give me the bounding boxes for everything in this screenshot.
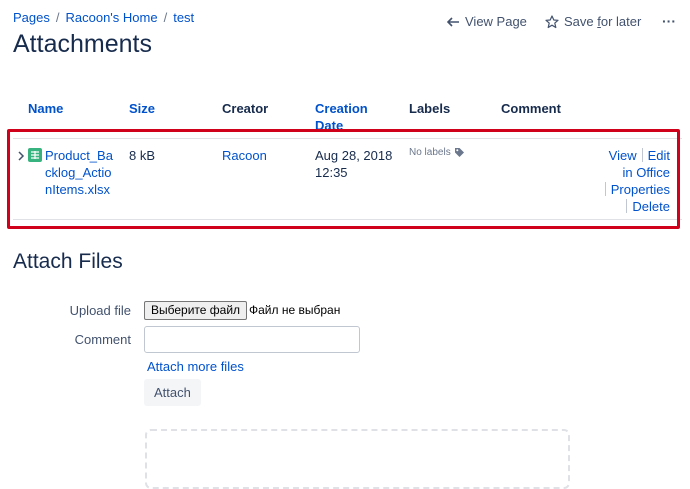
properties-link[interactable]: Properties	[611, 182, 670, 197]
header-labels: Labels	[409, 101, 451, 116]
attachment-creator-link[interactable]: Racoon	[222, 147, 267, 164]
edit-in-office-link[interactable]: Edit	[648, 148, 670, 163]
spreadsheet-icon	[28, 148, 42, 162]
choose-file-button[interactable]: Выберите файл	[144, 301, 248, 320]
attach-files-title: Attach Files	[13, 250, 123, 273]
drop-zone[interactable]	[145, 429, 570, 489]
delete-link[interactable]: Delete	[632, 199, 670, 214]
header-comment: Comment	[501, 101, 561, 116]
action-divider	[626, 199, 628, 213]
header-name[interactable]: Name	[28, 100, 63, 117]
no-labels-text: No labels	[409, 147, 451, 158]
attachment-file-link[interactable]: Product_Backlog_ActionItems.xlsx	[45, 147, 115, 198]
view-link[interactable]: View	[609, 148, 637, 163]
comment-label: Comment	[74, 332, 131, 347]
page-title: Attachments	[13, 30, 152, 58]
attachment-actions: View Edit in Office Properties Delete	[600, 147, 670, 215]
star-icon	[545, 14, 559, 28]
attachment-labels[interactable]: No labels	[409, 147, 465, 158]
attach-button[interactable]: Attach	[144, 379, 201, 406]
comment-input[interactable]	[144, 326, 360, 353]
chevron-right-icon[interactable]	[17, 150, 25, 162]
action-divider	[604, 182, 606, 196]
header-size[interactable]: Size	[129, 100, 155, 117]
file-status: Файл не выбран	[249, 303, 341, 317]
view-page-label: View Page	[465, 14, 527, 29]
upload-file-label: Upload file	[69, 303, 131, 318]
arrow-left-icon	[447, 16, 459, 27]
save-for-later-label: Save for later	[564, 14, 642, 29]
view-page-button[interactable]: View Page	[447, 14, 527, 29]
attachment-size: 8 kB	[129, 148, 156, 163]
edit-in-office-link[interactable]: in Office	[623, 165, 670, 180]
attach-more-files-link[interactable]: Attach more files	[147, 359, 244, 374]
header-creator: Creator	[222, 101, 269, 116]
more-icon[interactable]: ···	[662, 13, 676, 29]
tag-icon[interactable]	[454, 147, 465, 158]
action-divider	[641, 148, 643, 162]
attachment-date: Aug 28, 2018 12:35	[315, 148, 393, 180]
save-for-later-button[interactable]: Save for later	[545, 14, 641, 29]
